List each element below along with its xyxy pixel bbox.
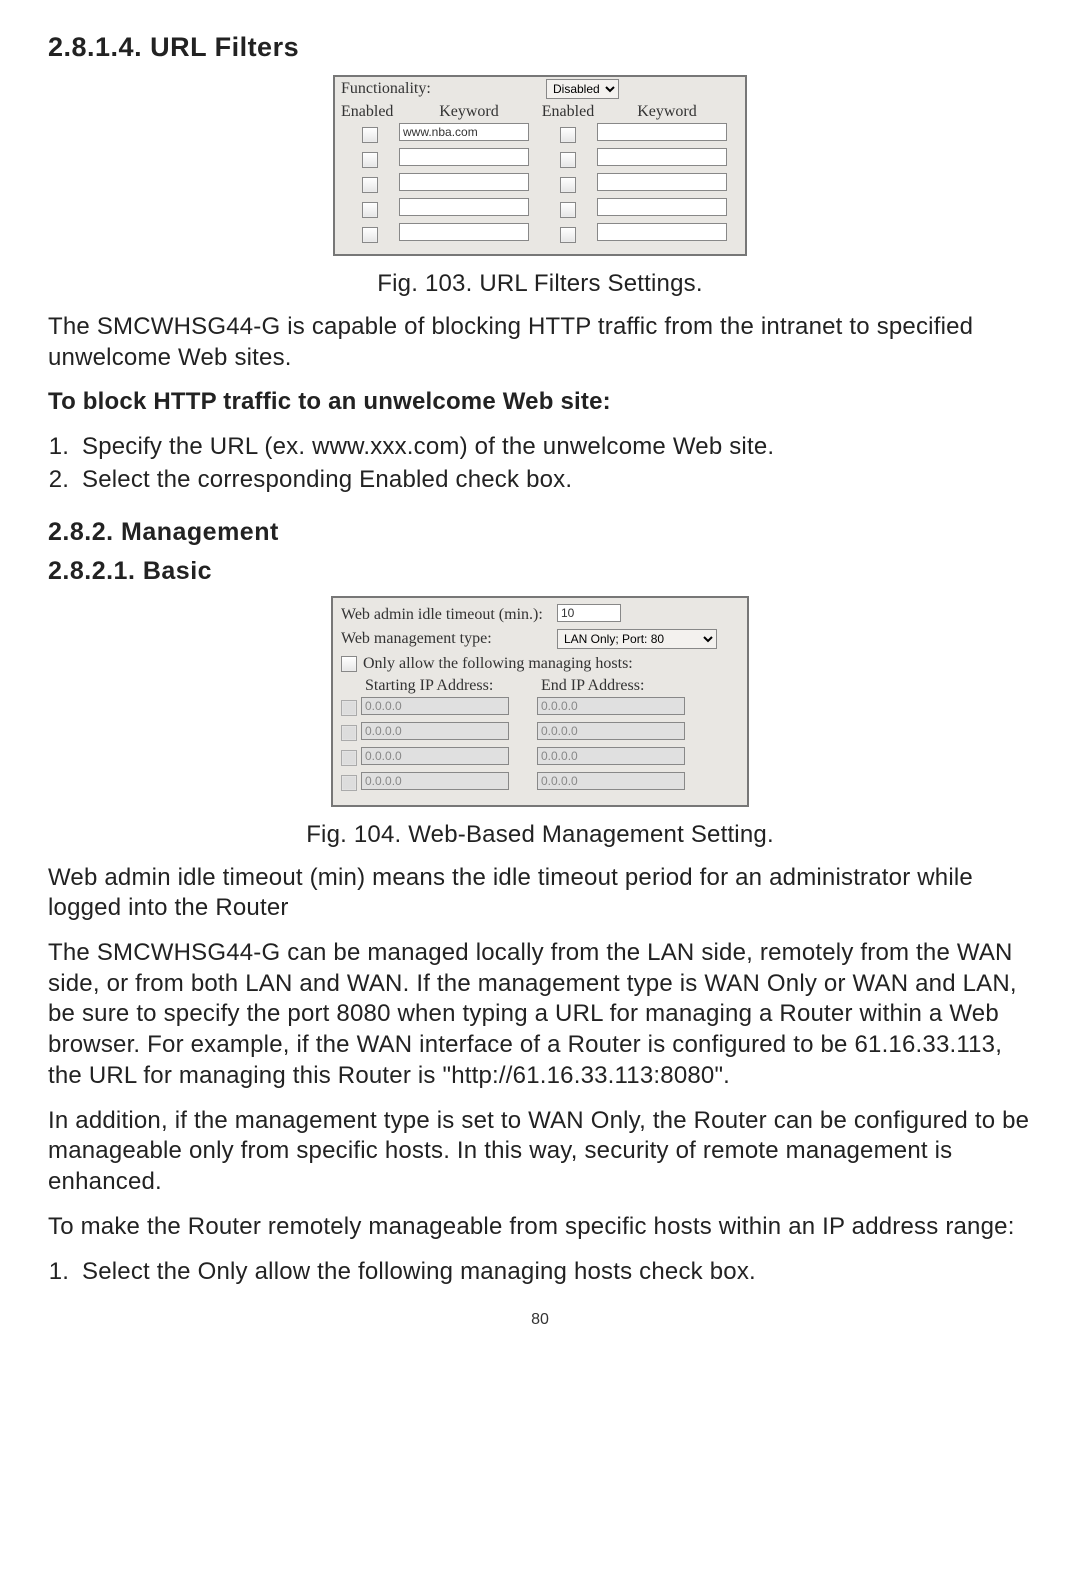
- urlf-keyword-input-right[interactable]: [597, 223, 727, 241]
- para-mgmt-2: The SMCWHSG44-G can be managed locally f…: [48, 938, 1032, 1092]
- col-header-enabled-right: Enabled: [539, 103, 597, 121]
- mgmt-row-checkbox[interactable]: [341, 700, 357, 716]
- urlf-enabled-checkbox-left[interactable]: [362, 202, 378, 218]
- urlf-keyword-input-left[interactable]: [399, 198, 529, 216]
- steps-urlf: Specify the URL (ex. www.xxx.com) of the…: [48, 432, 1032, 495]
- figure-management: Web admin idle timeout (min.): 10 Web ma…: [331, 596, 749, 807]
- mgmt-ip-row: 0.0.0.0 0.0.0.0: [341, 772, 739, 795]
- functionality-select[interactable]: Disabled: [546, 79, 619, 99]
- mgmt-ip-row: 0.0.0.0 0.0.0.0: [341, 747, 739, 770]
- urlf-enabled-checkbox-left[interactable]: [362, 152, 378, 168]
- urlf-row: [341, 173, 739, 196]
- urlf-enabled-checkbox-right[interactable]: [560, 152, 576, 168]
- step-item: Select the corresponding Enabled check b…: [76, 465, 1032, 496]
- urlf-keyword-input-right[interactable]: [597, 198, 727, 216]
- management-type-select[interactable]: LAN Only; Port: 80: [557, 629, 717, 649]
- caption-fig-103: Fig. 103. URL Filters Settings.: [48, 270, 1032, 298]
- step-item: Select the Only allow the following mana…: [76, 1257, 1032, 1288]
- starting-ip-header: Starting IP Address:: [365, 677, 541, 695]
- starting-ip-input[interactable]: 0.0.0.0: [361, 722, 509, 740]
- end-ip-input[interactable]: 0.0.0.0: [537, 747, 685, 765]
- urlf-keyword-input-left[interactable]: [399, 148, 529, 166]
- urlf-row: [341, 223, 739, 246]
- only-allow-label: Only allow the following managing hosts:: [363, 655, 633, 673]
- urlf-row: www.nba.com: [341, 123, 739, 146]
- para-mgmt-1: Web admin idle timeout (min) means the i…: [48, 863, 1032, 924]
- figure-url-filters: Functionality: Disabled Enabled Keyword …: [333, 75, 747, 256]
- management-type-label: Web management type:: [341, 630, 557, 648]
- urlf-enabled-checkbox-left[interactable]: [362, 127, 378, 143]
- mgmt-row-checkbox[interactable]: [341, 775, 357, 791]
- urlf-keyword-input-right[interactable]: [597, 173, 727, 191]
- end-ip-input[interactable]: 0.0.0.0: [537, 772, 685, 790]
- urlf-keyword-input-right[interactable]: [597, 123, 727, 141]
- urlf-enabled-checkbox-right[interactable]: [560, 177, 576, 193]
- urlf-enabled-checkbox-left[interactable]: [362, 177, 378, 193]
- heading-basic: 2.8.2.1. Basic: [48, 557, 1032, 586]
- col-header-keyword-left: Keyword: [399, 103, 539, 121]
- col-header-keyword-right: Keyword: [597, 103, 737, 121]
- mgmt-ip-row: 0.0.0.0 0.0.0.0: [341, 697, 739, 720]
- end-ip-header: End IP Address:: [541, 677, 717, 695]
- urlf-enabled-checkbox-right[interactable]: [560, 202, 576, 218]
- urlf-enabled-checkbox-right[interactable]: [560, 127, 576, 143]
- only-allow-checkbox[interactable]: [341, 656, 357, 672]
- heading-url-filters: 2.8.1.4. URL Filters: [48, 32, 1032, 63]
- urlf-row: [341, 198, 739, 221]
- page-number: 80: [48, 1311, 1032, 1329]
- urlf-keyword-input-left[interactable]: [399, 223, 529, 241]
- para-mgmt-4: To make the Router remotely manageable f…: [48, 1212, 1032, 1243]
- urlf-enabled-checkbox-left[interactable]: [362, 227, 378, 243]
- steps-mgmt: Select the Only allow the following mana…: [48, 1257, 1032, 1288]
- para-urlf-desc: The SMCWHSG44-G is capable of blocking H…: [48, 312, 1032, 373]
- heading-management: 2.8.2. Management: [48, 518, 1032, 547]
- starting-ip-input[interactable]: 0.0.0.0: [361, 697, 509, 715]
- para-mgmt-3: In addition, if the management type is s…: [48, 1106, 1032, 1198]
- caption-fig-104: Fig. 104. Web-Based Management Setting.: [48, 821, 1032, 849]
- urlf-enabled-checkbox-right[interactable]: [560, 227, 576, 243]
- end-ip-input[interactable]: 0.0.0.0: [537, 697, 685, 715]
- functionality-label: Functionality:: [341, 80, 546, 98]
- urlf-keyword-input-left[interactable]: www.nba.com: [399, 123, 529, 141]
- col-header-enabled-left: Enabled: [341, 103, 399, 121]
- idle-timeout-label: Web admin idle timeout (min.):: [341, 606, 557, 624]
- urlf-keyword-input-left[interactable]: [399, 173, 529, 191]
- starting-ip-input[interactable]: 0.0.0.0: [361, 772, 509, 790]
- step-item: Specify the URL (ex. www.xxx.com) of the…: [76, 432, 1032, 463]
- para-urlf-bold: To block HTTP traffic to an unwelcome We…: [48, 387, 1032, 418]
- mgmt-row-checkbox[interactable]: [341, 725, 357, 741]
- end-ip-input[interactable]: 0.0.0.0: [537, 722, 685, 740]
- urlf-row: [341, 148, 739, 171]
- starting-ip-input[interactable]: 0.0.0.0: [361, 747, 509, 765]
- urlf-keyword-input-right[interactable]: [597, 148, 727, 166]
- mgmt-ip-row: 0.0.0.0 0.0.0.0: [341, 722, 739, 745]
- mgmt-row-checkbox[interactable]: [341, 750, 357, 766]
- idle-timeout-input[interactable]: 10: [557, 604, 621, 622]
